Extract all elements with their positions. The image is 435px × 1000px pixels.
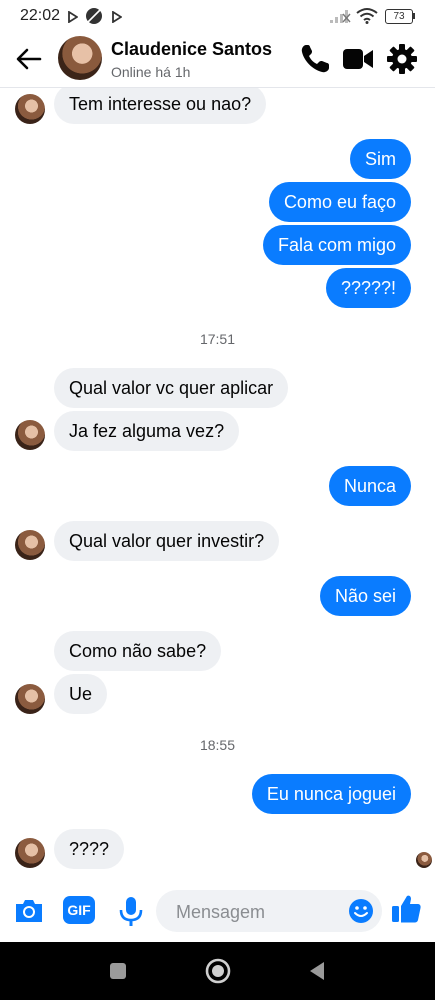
video-call-icon[interactable]: [341, 42, 375, 76]
status-bar: 22:02 73: [0, 0, 435, 32]
sender-avatar[interactable]: [15, 838, 45, 868]
back-arrow-icon[interactable]: [14, 44, 44, 74]
timestamp: 18:55: [199, 737, 236, 753]
message-list[interactable]: Tem interesse ou nao? Sim Como eu faço F…: [0, 88, 435, 878]
incoming-message[interactable]: Qual valor vc quer aplicar: [54, 368, 289, 408]
outgoing-message[interactable]: Sim: [350, 139, 411, 179]
settings-gear-icon[interactable]: [385, 42, 419, 76]
message-input-container[interactable]: [156, 890, 382, 934]
incoming-message[interactable]: Ue: [54, 674, 108, 714]
contact-avatar[interactable]: [58, 36, 102, 80]
contact-status: Online há 1h: [111, 64, 191, 80]
message-input[interactable]: [174, 890, 338, 934]
wifi-icon: [356, 8, 378, 24]
outgoing-message[interactable]: Nunca: [328, 466, 411, 506]
emoji-icon[interactable]: [348, 898, 374, 924]
conversation-header: Claudenice Santos Online há 1h: [0, 32, 435, 88]
play-notification-icon: [68, 11, 78, 23]
message-composer: GIF: [0, 880, 435, 942]
blocked-app-icon: [86, 8, 102, 24]
back-triangle-icon[interactable]: [302, 956, 332, 986]
sender-avatar[interactable]: [15, 94, 45, 124]
outgoing-message[interactable]: ?????!: [325, 268, 411, 308]
outgoing-message[interactable]: Fala com migo: [262, 225, 411, 265]
battery-level: 73: [393, 11, 405, 22]
sender-avatar[interactable]: [15, 530, 45, 560]
outgoing-message[interactable]: Não sei: [319, 576, 411, 616]
sender-avatar[interactable]: [15, 684, 45, 714]
incoming-message[interactable]: Tem interesse ou nao?: [54, 88, 267, 124]
contact-name[interactable]: Claudenice Santos: [111, 39, 272, 60]
incoming-message[interactable]: Como não sabe?: [54, 631, 222, 671]
read-receipt-avatar: [416, 852, 432, 868]
battery-tip: [413, 13, 415, 19]
gif-label: GIF: [67, 902, 91, 918]
outgoing-message[interactable]: Como eu faço: [268, 182, 411, 222]
like-thumbs-up-icon[interactable]: [389, 892, 423, 926]
camera-icon[interactable]: [12, 894, 46, 928]
status-time: 22:02: [20, 7, 61, 24]
phone-call-icon[interactable]: [298, 42, 332, 76]
play-notification-icon-2: [112, 11, 122, 23]
system-navigation-bar: [0, 942, 435, 1000]
incoming-message[interactable]: Ja fez alguma vez?: [54, 411, 240, 451]
home-circle-icon[interactable]: [203, 956, 233, 986]
incoming-message[interactable]: Qual valor quer investir?: [54, 521, 280, 561]
recents-square-icon[interactable]: [103, 956, 133, 986]
sender-avatar[interactable]: [15, 420, 45, 450]
timestamp: 17:51: [199, 331, 236, 347]
incoming-message[interactable]: ????: [54, 829, 125, 869]
battery-icon: 73: [385, 9, 413, 24]
microphone-icon[interactable]: [114, 894, 148, 928]
outgoing-message[interactable]: Eu nunca joguei: [251, 774, 411, 814]
gif-button[interactable]: GIF: [63, 896, 95, 924]
signal-icon: [330, 10, 351, 23]
